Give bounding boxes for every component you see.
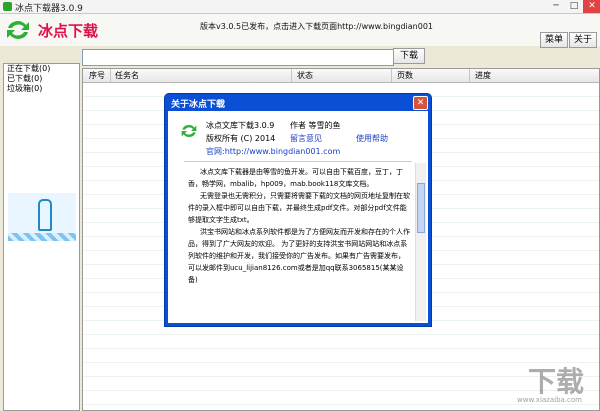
menu-button[interactable]: 菜单: [540, 32, 568, 48]
app-icon: [3, 2, 12, 11]
dialog-divider: [184, 161, 412, 162]
url-input[interactable]: [82, 49, 394, 66]
maximize-button[interactable]: □: [565, 0, 583, 13]
close-button[interactable]: ✕: [583, 0, 600, 13]
dialog-body: 冰点文库下载3.0.9 作者 等雪的鱼 版权所有 (C) 2014 留言意见 使…: [168, 111, 428, 323]
brand-title: 冰点下载: [38, 22, 99, 40]
about-dialog: 关于冰点下载 ✕ 冰点文库下载3.0.9 作者 等雪的鱼 版权所有 (C) 20…: [164, 93, 432, 327]
about-paragraph: 冰点文库下载器是由等雪的鱼开发。可以自由下载百度，豆丁，丁香，畅学网，mbali…: [188, 168, 403, 188]
product-version: 冰点文库下载3.0.9: [206, 121, 275, 130]
about-paragraph: 洪宝书网站和冰点系列软件都是为了方便网友而开发和存在的个人作品，得到了广大网友的…: [188, 228, 410, 284]
dialog-title: 关于冰点下载: [171, 100, 226, 110]
table-header: 序号 任务名 状态 页数 进度: [83, 69, 599, 83]
promo-banner: [8, 193, 76, 241]
watermark-logo: 下载: [527, 365, 584, 398]
robot-icon: [38, 199, 52, 231]
promo-stripe: [8, 233, 76, 241]
sidebar-item-trash[interactable]: 垃圾箱(0): [4, 84, 79, 94]
window-title: 冰点下载器3.0.9: [15, 4, 83, 14]
scrollbar-thumb[interactable]: [417, 183, 425, 233]
about-button[interactable]: 关于: [569, 32, 597, 48]
window-titlebar: 冰点下载器3.0.9 ─ □ ✕: [0, 0, 600, 14]
author: 作者 等雪的鱼: [290, 121, 341, 130]
minimize-button[interactable]: ─: [547, 0, 565, 13]
about-paragraph: 无需登录也无需积分，只需要将需要下载的文档的网页地址复制在软件的录入框中即可以自…: [188, 192, 410, 224]
column-header-progress[interactable]: 进度: [475, 70, 491, 81]
copyright: 版权所有 (C) 2014: [206, 134, 276, 143]
download-button[interactable]: 下载: [393, 48, 425, 64]
help-link[interactable]: 使用帮助: [356, 133, 388, 144]
column-header-pages[interactable]: 页数: [397, 70, 413, 81]
update-announcement-link[interactable]: 版本v3.0.5已发布，点击进入下载页面http://www.bingdian0…: [200, 21, 433, 32]
sidebar-item-downloaded[interactable]: 已下载(0): [4, 74, 79, 84]
website-link[interactable]: 官网:http://www.bingdian001.com: [206, 146, 340, 157]
about-text: 冰点文库下载器是由等雪的鱼开发。可以自由下载百度，豆丁，丁香，畅学网，mbali…: [188, 166, 410, 286]
about-scrollbar[interactable]: [415, 163, 426, 321]
sidebar-item-downloading[interactable]: 正在下载(0): [4, 64, 79, 74]
dialog-close-button[interactable]: ✕: [413, 96, 428, 110]
product-refresh-icon: [181, 125, 197, 137]
column-header-status[interactable]: 状态: [297, 70, 313, 81]
watermark-url: www.xiazaiba.com: [517, 396, 582, 404]
feedback-link[interactable]: 留言意见: [290, 133, 322, 144]
logo-refresh-icon: [7, 21, 29, 39]
column-header-task[interactable]: 任务名: [115, 70, 139, 81]
column-header-index[interactable]: 序号: [89, 70, 105, 81]
